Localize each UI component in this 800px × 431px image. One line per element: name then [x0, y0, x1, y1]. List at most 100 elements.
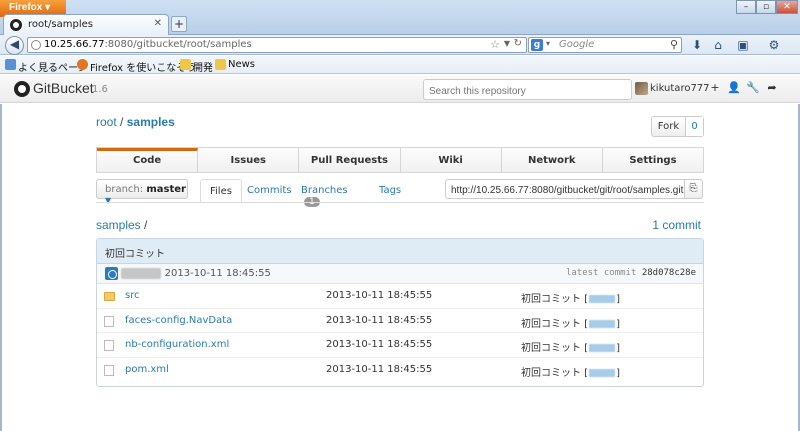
blurred-author	[589, 295, 616, 303]
bookmark-folder-news[interactable]: News	[215, 59, 255, 70]
tab-network[interactable]: Network	[502, 148, 603, 172]
commit-sha-link[interactable]: 28d078c28e	[642, 268, 696, 278]
web-search-input[interactable]: g ▾ Google ⚲	[528, 37, 682, 53]
wrench-icon[interactable]: 🔧	[746, 81, 760, 95]
user-icon[interactable]: 👤	[727, 81, 741, 95]
committer-avatar-icon	[105, 267, 118, 280]
file-commit-message-text[interactable]: 初回コミット	[521, 343, 581, 354]
fork-button-group: Fork 0	[651, 116, 704, 137]
gitbucket-logo-icon[interactable]	[14, 81, 30, 97]
url-bar[interactable]: 10.25.66.77:8080/gitbucket/root/samples …	[27, 37, 527, 53]
file-name-link[interactable]: pom.xml	[125, 364, 169, 375]
repository-tabs: Code Issues Pull Requests Wiki Network S…	[96, 147, 704, 173]
close-tab-icon[interactable]: ✕	[154, 18, 162, 29]
bookmark-page-icon	[5, 59, 16, 70]
url-host: 10.25.66.77	[44, 39, 105, 50]
file-commit-message-text[interactable]: 初回コミット	[521, 319, 581, 330]
repository-search-input[interactable]	[423, 79, 632, 100]
file-date: 2013-10-11 18:45:55	[326, 363, 433, 375]
subtab-files[interactable]: Files	[200, 179, 242, 203]
folder-icon	[104, 292, 115, 301]
bookmark-most-visited[interactable]: よく見るページ	[5, 59, 88, 74]
folder-icon	[180, 59, 191, 70]
breadcrumb: root / samples	[96, 115, 175, 129]
file-commit-message-text[interactable]: 初回コミット	[521, 368, 581, 379]
minimize-icon[interactable]: –	[736, 0, 756, 14]
file-name-link[interactable]: src	[125, 290, 140, 301]
bookmark-label: 開発	[193, 63, 213, 74]
subtab-tags[interactable]: Tags	[379, 179, 401, 203]
path-repo-link[interactable]: samples	[96, 218, 141, 232]
fork-count[interactable]: 0	[686, 117, 703, 136]
url-dropdown-icon[interactable]: ▼	[504, 39, 510, 48]
commit-date: 2013-10-11 18:45:55	[164, 268, 271, 279]
file-date: 2013-10-11 18:45:55	[326, 290, 433, 301]
file-name-link[interactable]: faces-config.NavData	[125, 315, 232, 326]
fork-button[interactable]: Fork	[652, 117, 686, 136]
download-icon[interactable]: ⬇	[689, 37, 705, 53]
browser-tab[interactable]: root/samples ✕	[3, 14, 169, 35]
file-commit-message: 初回コミット []	[521, 318, 620, 330]
web-search-placeholder: Google	[559, 39, 595, 50]
branch-selector-button[interactable]: branch: master ▼	[96, 179, 188, 205]
caret-down-icon: ▼	[105, 196, 112, 205]
tab-pull-requests[interactable]: Pull Requests	[299, 148, 401, 172]
google-icon[interactable]: g	[531, 39, 543, 51]
subtab-branches[interactable]: Branches1	[301, 179, 348, 207]
close-window-icon[interactable]: ✕	[776, 0, 798, 14]
table-row: faces-config.NavData 2013-10-11 18:45:55…	[97, 309, 703, 333]
browser-titlebar: Firefox ▾ root/samples ✕ + – ▫ ✕	[0, 0, 800, 35]
repository-link[interactable]: samples	[127, 115, 175, 129]
folder-icon	[215, 59, 226, 70]
version-label: 1.6	[92, 84, 108, 95]
firefox-icon	[77, 59, 88, 70]
home-icon[interactable]: ⌂	[710, 37, 726, 53]
globe-icon	[31, 40, 41, 50]
search-icon[interactable]: ⚲	[670, 38, 678, 51]
username-link[interactable]: kikutaro777	[650, 83, 710, 94]
bookmark-label: News	[228, 59, 256, 70]
clone-url-field[interactable]	[445, 179, 685, 199]
screen-icon[interactable]: ▣	[735, 37, 751, 53]
file-name-link[interactable]: nb-configuration.xml	[125, 339, 229, 350]
table-row: pom.xml 2013-10-11 18:45:55 初回コミット []	[97, 358, 703, 383]
bookmarks-toolbar: よく見るページ Firefox を使いこなそう 開発 News	[0, 56, 800, 74]
new-tab-button[interactable]: +	[171, 16, 187, 32]
tab-issues[interactable]: Issues	[198, 148, 300, 172]
sign-out-icon[interactable]: ➦	[765, 81, 779, 95]
repository-page: root / samples Fork 0 Code Issues Pull Re…	[0, 104, 800, 431]
plus-icon[interactable]: +	[708, 81, 722, 95]
latest-commit-info: kikutaro 2013-10-11 18:45:55 latest comm…	[97, 264, 703, 284]
back-arrow-icon[interactable]: ◀	[5, 36, 24, 55]
tab-settings[interactable]: Settings	[603, 148, 703, 172]
brand-name[interactable]: GitBucket	[33, 80, 94, 96]
maximize-icon[interactable]: ▫	[756, 0, 776, 14]
tab-code[interactable]: Code	[97, 148, 199, 172]
bookmark-folder-dev[interactable]: 開発	[180, 59, 213, 74]
commit-count-link[interactable]: 1 commit	[652, 218, 701, 232]
blurred-author	[589, 344, 616, 352]
file-date: 2013-10-11 18:45:55	[326, 314, 433, 326]
tab-wiki[interactable]: Wiki	[401, 148, 502, 172]
tab-title: root/samples	[28, 19, 93, 30]
search-engine-dropdown-icon[interactable]: ▾	[546, 39, 550, 48]
current-path: samples /	[96, 218, 147, 232]
copy-clipboard-icon[interactable]: ⎘	[685, 179, 703, 199]
file-commit-message: 初回コミット []	[521, 367, 620, 379]
latest-commit-id: latest commit 28d078c28e	[566, 268, 696, 278]
subtab-branches-label: Branches	[301, 185, 348, 196]
subtab-commits[interactable]: Commits	[247, 179, 292, 203]
committer-name[interactable]: kikutaro	[121, 268, 162, 279]
gitbucket-favicon-icon	[10, 19, 22, 31]
url-path: :8080/gitbucket/root/samples	[104, 39, 252, 50]
latest-commit-label: latest commit	[565, 268, 637, 278]
branch-name: master	[146, 184, 186, 195]
subtabs-divider	[96, 202, 704, 203]
bookmark-firefox-tips[interactable]: Firefox を使いこなそう	[77, 59, 196, 74]
reload-icon[interactable]: ↻	[514, 38, 522, 49]
bookmark-star-icon[interactable]: ☆	[490, 38, 500, 51]
owner-link[interactable]: root	[96, 115, 117, 129]
avatar[interactable]	[635, 82, 648, 95]
tools-icon[interactable]: ⚙	[766, 37, 782, 53]
file-commit-message-text[interactable]: 初回コミット	[521, 294, 581, 305]
